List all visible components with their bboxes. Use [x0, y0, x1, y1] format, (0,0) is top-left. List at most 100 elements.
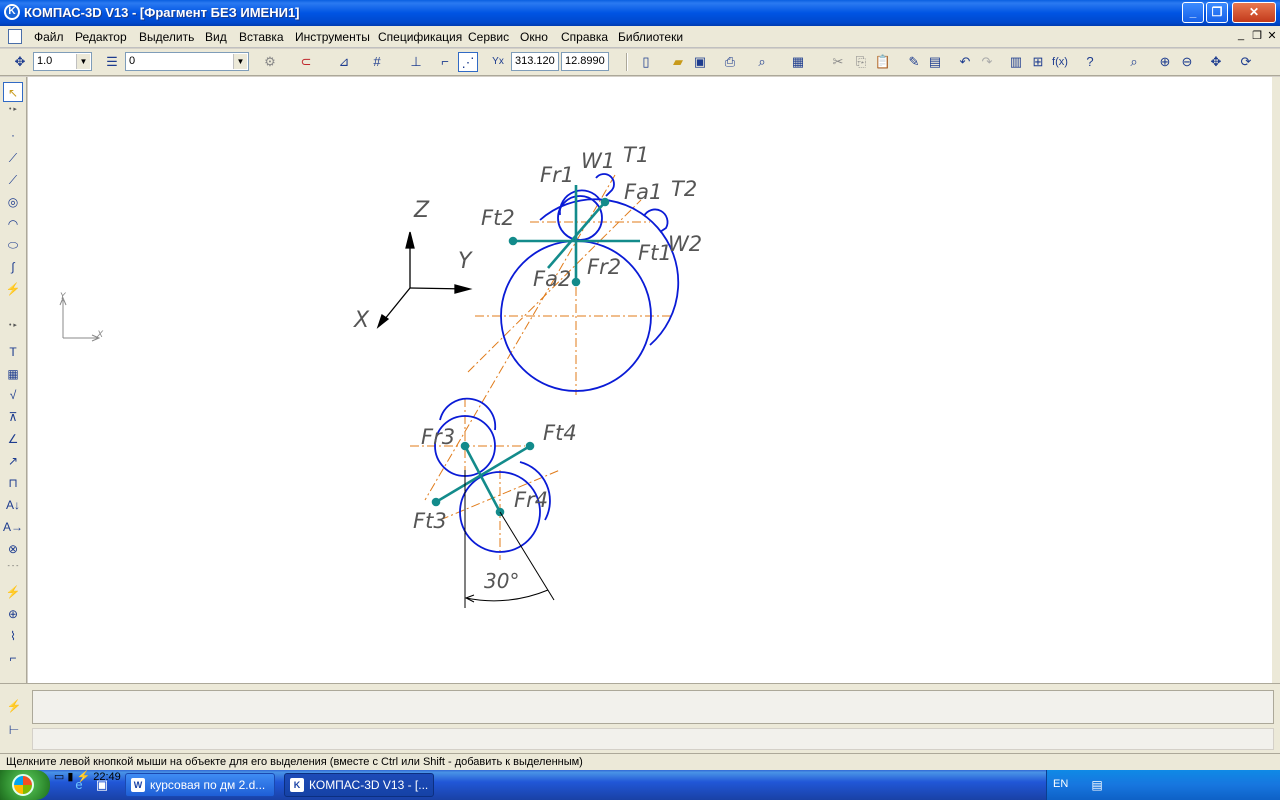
- local-snap-icon[interactable]: ⊿: [334, 52, 354, 72]
- vertical-scrollbar[interactable]: [1272, 77, 1280, 683]
- zoom-out-icon[interactable]: ⊖: [1177, 52, 1197, 72]
- close-button[interactable]: ✕: [1232, 2, 1276, 23]
- menu-help[interactable]: Справка: [561, 30, 608, 44]
- show-desktop-icon[interactable]: ▣: [93, 776, 111, 794]
- menu-file[interactable]: Файл: [34, 30, 64, 44]
- minimize-button[interactable]: _: [1182, 2, 1204, 23]
- section-arrow-icon[interactable]: A↓: [3, 495, 23, 515]
- new-document-icon[interactable]: ▯: [636, 52, 656, 72]
- mdi-close-icon[interactable]: ✕: [1265, 29, 1279, 42]
- select-tool-icon[interactable]: ↖: [3, 82, 23, 102]
- layers-icon[interactable]: ☰: [102, 52, 122, 72]
- ie-icon[interactable]: e: [70, 776, 88, 794]
- table-tool-icon[interactable]: ▦: [3, 364, 23, 384]
- library-manager-icon[interactable]: ▥: [1006, 52, 1026, 72]
- center-mark-icon[interactable]: ⊕: [3, 604, 23, 624]
- auxiliary-line-icon[interactable]: ⟋: [3, 148, 23, 168]
- menu-service[interactable]: Сервис: [468, 30, 509, 44]
- chevron-down-icon[interactable]: ▼: [233, 54, 247, 69]
- menu-tools[interactable]: Инструменты: [295, 30, 370, 44]
- language-indicator[interactable]: EN: [1053, 778, 1068, 790]
- redo-icon[interactable]: ↷: [977, 52, 997, 72]
- panel-grip[interactable]: • ▸: [2, 322, 24, 330]
- pan-icon[interactable]: ✥: [1206, 52, 1226, 72]
- local-cs-icon[interactable]: ⊥: [406, 52, 426, 72]
- task-label: курсовая по дм 2.d...: [150, 778, 266, 792]
- panel-dimension-icon[interactable]: ⊢: [4, 720, 24, 740]
- base-mark-icon[interactable]: ⊼: [3, 407, 23, 427]
- roughness-icon[interactable]: √: [3, 385, 23, 405]
- restore-button[interactable]: ❐: [1206, 2, 1228, 23]
- panel-grip[interactable]: - - -: [2, 563, 24, 571]
- menu-specification[interactable]: Спецификация: [378, 30, 462, 44]
- break-line-icon[interactable]: ⌇: [3, 626, 23, 646]
- fillet-tool-icon[interactable]: ⚡: [3, 279, 23, 299]
- panel-settings-icon[interactable]: ⚡: [4, 696, 24, 716]
- task-kompas[interactable]: K КОМПАС-3D V13 - [...: [284, 773, 434, 797]
- position-mark-icon[interactable]: ↗: [3, 451, 23, 471]
- view-arrow-icon[interactable]: A→: [3, 517, 23, 537]
- edit-tool-icon[interactable]: ⚡: [3, 582, 23, 602]
- scale-select[interactable]: 1.0 ▼: [33, 52, 92, 71]
- segment-tool-icon[interactable]: ⟋: [3, 170, 23, 190]
- arc-tool-icon[interactable]: ◠: [3, 214, 23, 234]
- tolerance-icon[interactable]: ⊓: [3, 473, 23, 493]
- grid-icon[interactable]: #: [367, 52, 387, 72]
- corner-tool-icon[interactable]: ⌐: [3, 648, 23, 668]
- manager-icon[interactable]: ▦: [788, 52, 808, 72]
- chevron-down-icon[interactable]: ▼: [76, 54, 90, 69]
- menu-insert[interactable]: Вставка: [239, 30, 284, 44]
- menu-edit[interactable]: Редактор: [75, 30, 127, 44]
- paste-icon[interactable]: 📋: [873, 52, 893, 72]
- refresh-icon[interactable]: ⟳: [1236, 52, 1256, 72]
- point-tool-icon[interactable]: ·: [3, 125, 23, 145]
- layer-value: 0: [129, 55, 136, 67]
- menu-select[interactable]: Выделить: [139, 30, 194, 44]
- mdi-minimize-icon[interactable]: _: [1234, 29, 1248, 41]
- text-tool-icon[interactable]: T: [3, 342, 23, 362]
- function-icon[interactable]: f(x): [1050, 52, 1070, 72]
- move-cursor-icon[interactable]: ✥: [10, 52, 30, 72]
- kompas-app-icon[interactable]: K: [4, 4, 20, 20]
- coord-y-field[interactable]: 12.8990: [561, 52, 609, 71]
- round-coords-icon[interactable]: ⋰: [458, 52, 478, 72]
- undo-icon[interactable]: ↶: [955, 52, 975, 72]
- wave-line-icon[interactable]: ⊗: [3, 539, 23, 559]
- display-icon[interactable]: ▭: [54, 771, 64, 783]
- ellipse-tool-icon[interactable]: ⬭: [3, 235, 23, 255]
- layer-select[interactable]: 0 ▼: [125, 52, 249, 71]
- panel-grip[interactable]: • ▸: [2, 106, 24, 114]
- force-vectors: [431, 185, 640, 517]
- coord-x-field[interactable]: 313.120: [511, 52, 559, 71]
- zoom-in-icon[interactable]: ⊕: [1155, 52, 1175, 72]
- format-brush-icon[interactable]: ✎: [904, 52, 924, 72]
- circle-tool-icon[interactable]: ◎: [3, 192, 23, 212]
- leader-icon[interactable]: ∠: [3, 429, 23, 449]
- print-icon[interactable]: ⎙: [720, 52, 740, 72]
- snap-magnet-icon[interactable]: ⊂: [296, 52, 316, 72]
- tree-icon[interactable]: ⊞: [1028, 52, 1048, 72]
- menu-view[interactable]: Вид: [205, 30, 227, 44]
- task-word-document[interactable]: W курсовая по дм 2.d...: [125, 773, 275, 797]
- save-icon[interactable]: ▣: [690, 52, 710, 72]
- copy-icon[interactable]: ⎘: [851, 52, 871, 72]
- spline-tool-icon[interactable]: ∫: [3, 257, 23, 277]
- cut-icon[interactable]: ✂: [828, 52, 848, 72]
- zoom-box-icon[interactable]: ⌕: [1124, 52, 1144, 72]
- variables-icon[interactable]: ▤: [925, 52, 945, 72]
- preview-icon[interactable]: ⌕: [752, 52, 772, 72]
- menu-window[interactable]: Окно: [520, 30, 548, 44]
- start-button[interactable]: [0, 770, 50, 800]
- menu-libraries[interactable]: Библиотеки: [618, 30, 683, 44]
- label-ft1: Ft1: [638, 241, 672, 265]
- ortho-icon[interactable]: ⌐: [435, 52, 455, 72]
- drawing-canvas[interactable]: Y X Z Y X 30° Fr1 W1 T1 Fa1 T2 Ft2 Ft1 W…: [28, 77, 1272, 683]
- document-icon[interactable]: [8, 29, 22, 44]
- mdi-restore-icon[interactable]: ❐: [1250, 29, 1264, 42]
- network-icon[interactable]: ▤: [1089, 777, 1105, 793]
- properties-icon[interactable]: ⚙: [260, 52, 280, 72]
- label-w1: W1: [581, 149, 615, 173]
- label-ft2: Ft2: [481, 206, 515, 230]
- help-cursor-icon[interactable]: ?: [1080, 52, 1100, 72]
- open-folder-icon[interactable]: ▰: [668, 52, 688, 72]
